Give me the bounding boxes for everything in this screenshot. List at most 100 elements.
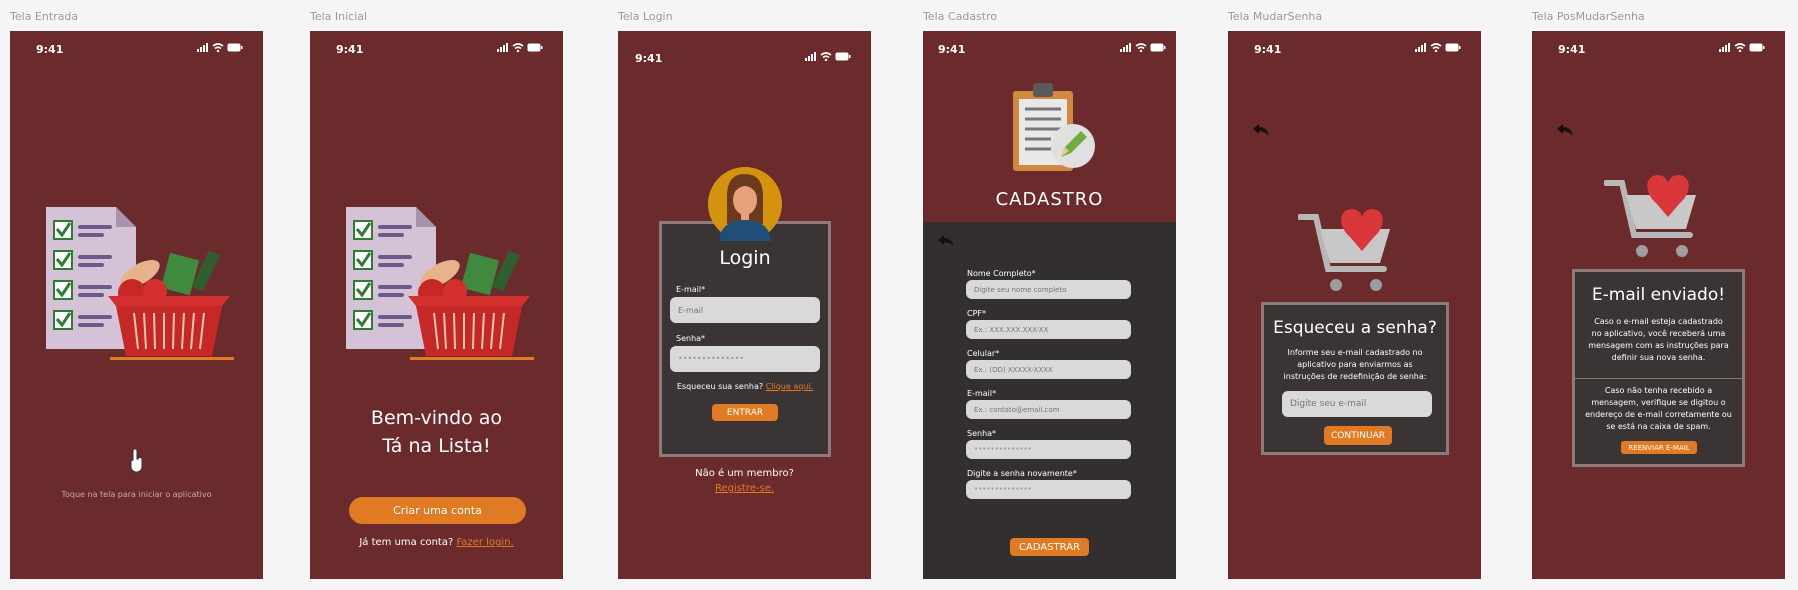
screen-pos-mudar-senha: 9:41 E-mail enviado! Caso o e-mail estej…	[1532, 31, 1785, 579]
login-title: Login	[719, 247, 771, 269]
welcome-title: Bem-vindo ao Tá na Lista!	[310, 404, 563, 460]
message-line-3: mensagem com as instruções para	[1588, 341, 1729, 350]
confirmar-senha-input[interactable]: ••••••••••••••	[966, 480, 1131, 499]
battery-icon	[835, 52, 851, 61]
signal-icon	[805, 52, 816, 61]
frame-label-cadastro: Tela Cadastro	[923, 10, 998, 23]
have-account-text: Já tem uma conta?	[359, 537, 454, 548]
email-label: E-mail*	[676, 285, 706, 294]
email-sent-title: E-mail enviado!	[1591, 285, 1726, 305]
cadastrar-button[interactable]: CADASTRAR	[1010, 538, 1089, 556]
spam-notice: Caso não tenha recebido a mensagem, veri…	[1575, 385, 1742, 433]
status-bar: 9:41	[1532, 31, 1785, 61]
screen-entrada[interactable]: 9:41 Toque na tela para iniciar o aplica…	[10, 31, 263, 579]
status-icons	[1415, 43, 1461, 53]
status-icons	[1719, 43, 1765, 53]
wifi-icon	[512, 43, 524, 52]
forgot-text: Esqueceu sua senha?	[676, 382, 764, 391]
create-account-button[interactable]: Criar uma conta	[349, 497, 526, 524]
message-line-4: definir sua nova senha.	[1611, 353, 1706, 362]
status-bar: 9:41	[1228, 31, 1481, 61]
login-link[interactable]: Fazer login.	[456, 537, 513, 548]
field-label-cpf: CPF*	[967, 309, 987, 318]
signal-icon	[197, 43, 208, 52]
nome-input[interactable]	[966, 280, 1131, 299]
battery-icon	[227, 43, 243, 52]
tap-hand-icon	[130, 449, 143, 473]
signal-icon	[1719, 43, 1730, 52]
wifi-icon	[1430, 43, 1442, 52]
welcome-line-1: Bem-vindo ao	[370, 407, 503, 429]
battery-icon	[1445, 43, 1461, 52]
back-arrow-icon[interactable]	[1556, 123, 1574, 137]
wifi-icon	[1135, 43, 1147, 52]
status-time: 9:41	[1254, 43, 1282, 56]
shopping-list-illustration	[346, 207, 534, 360]
status-icons	[1120, 43, 1166, 53]
field-label-nome: Nome Completo*	[967, 269, 1036, 278]
wifi-icon	[212, 43, 224, 52]
forgot-password-card: Esqueceu a senha? Informe seu e-mail cad…	[1261, 302, 1449, 455]
wifi-icon	[820, 52, 832, 61]
screen-cadastro: 9:41 CADASTRO Nome Completo* CPF* Celula…	[923, 31, 1176, 579]
frame-label-entrada: Tela Entrada	[10, 10, 79, 23]
welcome-line-2: Tá na Lista!	[382, 435, 491, 457]
forgot-link[interactable]: Clique aqui.	[766, 382, 813, 391]
celular-input[interactable]	[966, 360, 1131, 379]
screen-login: 9:41 Login E-mail* Senha* ••••••••••••••…	[618, 31, 871, 579]
register-row: Registre-se.	[618, 483, 871, 494]
screen-inicial: 9:41 Bem-vindo ao Tá na Lista! Criar uma…	[310, 31, 563, 579]
status-bar: 9:41	[923, 31, 1176, 61]
enter-button[interactable]: ENTRAR	[712, 404, 778, 421]
battery-icon	[1150, 43, 1166, 52]
instructions-line-1: Informe seu e-mail cadastrado no	[1287, 348, 1423, 357]
spam-line-1: Caso não tenha recebido a	[1604, 386, 1713, 395]
email-input[interactable]	[966, 400, 1131, 419]
email-input[interactable]	[670, 297, 820, 323]
shopping-list-illustration	[46, 207, 234, 360]
signal-icon	[1120, 43, 1131, 52]
status-bar: 9:41	[310, 31, 563, 61]
frame-label-inicial: Tela Inicial	[310, 10, 368, 23]
cadastro-panel: Nome Completo* CPF* Celular* E-mail* Sen…	[923, 222, 1176, 579]
spam-line-2: mensagem, verifique se digitou o	[1591, 398, 1726, 407]
status-time: 9:41	[1558, 43, 1586, 56]
continue-button[interactable]: CONTINUAR	[1324, 426, 1392, 445]
status-time: 9:41	[635, 52, 663, 65]
user-avatar-icon	[708, 167, 782, 241]
email-sent-message: Caso o e-mail esteja cadastrado no aplic…	[1575, 316, 1742, 364]
instructions-line-3: instruções de redefinição de senha:	[1283, 372, 1427, 381]
email-sent-card: E-mail enviado! Caso o e-mail esteja cad…	[1572, 269, 1745, 467]
message-line-1: Caso o e-mail esteja cadastrado	[1594, 317, 1723, 326]
field-label-confirmar-senha: Digite a senha novamente*	[967, 469, 1077, 478]
spam-line-4: se está na caixa de spam.	[1606, 422, 1711, 431]
back-arrow-icon[interactable]	[937, 234, 955, 248]
forgot-title: Esqueceu a senha?	[1273, 318, 1437, 338]
login-card: Login E-mail* Senha* •••••••••••••• Esqu…	[659, 221, 831, 457]
cpf-input[interactable]	[966, 320, 1131, 339]
forgot-row: Esqueceu sua senha? Clique aqui.	[662, 382, 828, 391]
password-input[interactable]: ••••••••••••••	[670, 346, 820, 372]
status-time: 9:41	[36, 43, 64, 56]
status-bar: 9:41	[10, 31, 263, 61]
field-label-senha: Senha*	[967, 429, 997, 438]
message-line-2: no aplicativo, você receberá uma	[1591, 329, 1726, 338]
senha-input[interactable]: ••••••••••••••	[966, 440, 1131, 459]
forgot-instructions: Informe seu e-mail cadastrado no aplicat…	[1264, 347, 1446, 383]
field-label-celular: Celular*	[967, 349, 1000, 358]
status-icons	[497, 43, 543, 53]
back-arrow-icon[interactable]	[1252, 123, 1270, 137]
email-input[interactable]	[1282, 391, 1432, 417]
register-link[interactable]: Registre-se.	[715, 483, 774, 494]
cart-heart-icon	[1604, 175, 1696, 257]
status-bar: 9:41	[618, 40, 871, 70]
not-member-text: Não é um membro?	[695, 468, 794, 479]
frame-label-mudar-senha: Tela MudarSenha	[1228, 10, 1323, 23]
resend-email-button[interactable]: REENVIAR E-MAIL	[1621, 441, 1697, 454]
battery-icon	[527, 43, 543, 52]
status-icons	[197, 43, 243, 53]
signal-icon	[1415, 43, 1426, 52]
signal-icon	[497, 43, 508, 52]
frame-label-pos-mudar-senha: Tela PosMudarSenha	[1532, 10, 1645, 23]
divider	[1575, 378, 1742, 379]
